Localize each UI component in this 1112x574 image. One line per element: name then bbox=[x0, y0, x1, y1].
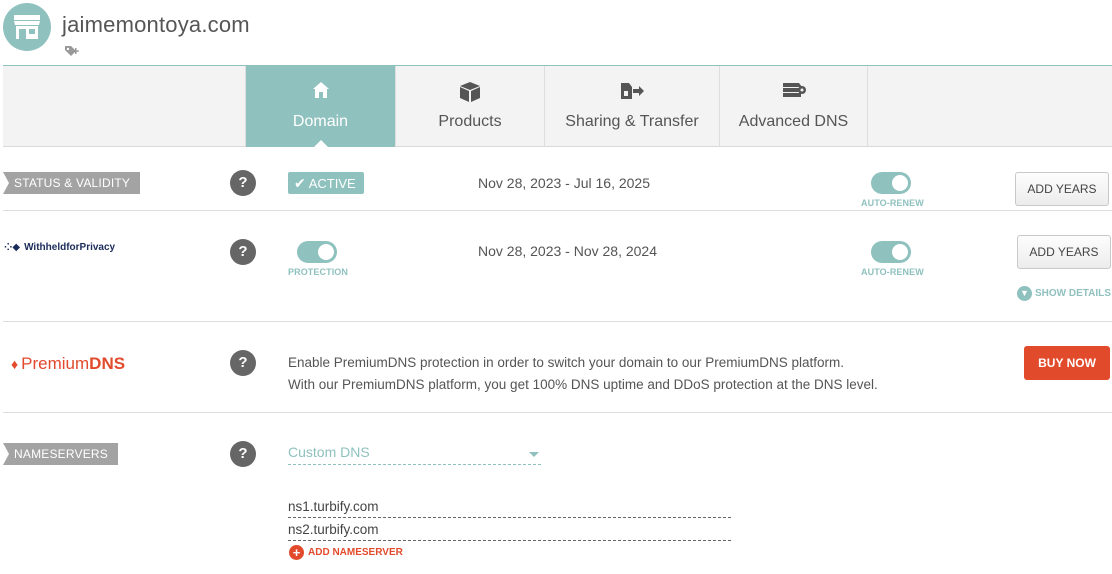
nameserver-input-1[interactable]: ns1.turbify.com bbox=[288, 499, 731, 518]
premiumdns-help-icon[interactable]: ? bbox=[230, 350, 256, 376]
add-years-button[interactable]: ADD YEARS bbox=[1015, 172, 1109, 206]
tab-domain[interactable]: Domain bbox=[245, 66, 395, 148]
privacy-dates: Nov 28, 2023 - Nov 28, 2024 bbox=[478, 243, 658, 259]
row-divider bbox=[3, 412, 1112, 413]
add-nameserver-label: ADD NAMESERVER bbox=[308, 547, 403, 559]
status-badge: ✔ ACTIVE bbox=[288, 172, 364, 194]
chevron-down-icon: ▼ bbox=[1017, 286, 1032, 301]
tab-sharing-transfer[interactable]: Sharing & Transfer bbox=[544, 66, 719, 147]
gem-icon: ♦ bbox=[11, 356, 19, 372]
row-divider bbox=[3, 210, 1112, 211]
store-avatar bbox=[3, 3, 51, 51]
privacy-help-icon[interactable]: ? bbox=[230, 239, 256, 265]
tab-end-divider bbox=[867, 66, 868, 147]
dns-type-value: Custom DNS bbox=[288, 444, 370, 460]
row-divider bbox=[3, 321, 1112, 322]
server-icon bbox=[782, 83, 806, 97]
show-details-link[interactable]: ▼ SHOW DETAILS bbox=[1017, 286, 1111, 302]
domain-header: jaimemontoya.com bbox=[0, 0, 1112, 66]
store-icon bbox=[14, 15, 40, 39]
premiumdns-brand-prefix: Premium bbox=[21, 354, 90, 373]
privacy-brand-text: WithheldforPrivacy bbox=[24, 242, 116, 253]
tab-sharing-transfer-label: Sharing & Transfer bbox=[565, 113, 699, 130]
plus-circle-icon: + bbox=[289, 545, 304, 560]
premiumdns-brand-suffix: DNS bbox=[89, 354, 126, 373]
tab-bar: Domain Products Sharing & Transfer Advan… bbox=[3, 66, 1112, 148]
privacy-add-years-button[interactable]: ADD YEARS bbox=[1017, 235, 1111, 269]
check-icon: ✔ bbox=[294, 175, 306, 191]
status-validity-tag: STATUS & VALIDITY bbox=[3, 172, 141, 194]
protection-toggle[interactable] bbox=[297, 241, 337, 263]
auto-renew-label: AUTO-RENEW bbox=[861, 198, 924, 208]
status-badge-label: ACTIVE bbox=[308, 176, 356, 191]
dns-type-select[interactable]: Custom DNS bbox=[288, 444, 541, 465]
box-icon bbox=[460, 82, 480, 102]
tab-domain-label: Domain bbox=[292, 113, 349, 130]
protection-label: PROTECTION bbox=[288, 267, 349, 277]
privacy-auto-renew-toggle[interactable] bbox=[871, 241, 911, 263]
nameserver-input-2[interactable]: ns2.turbify.com bbox=[288, 522, 731, 541]
nameservers-tag: NAMESERVERS bbox=[3, 443, 119, 465]
premiumdns-description-1: Enable PremiumDNS protection in order to… bbox=[288, 355, 844, 370]
tab-advanced-dns[interactable]: Advanced DNS bbox=[719, 66, 867, 147]
show-details-label: SHOW DETAILS bbox=[1035, 288, 1111, 300]
tab-advanced-dns-label: Advanced DNS bbox=[738, 113, 849, 130]
premiumdns-description-2: With our PremiumDNS platform, you get 10… bbox=[288, 377, 878, 392]
auto-renew-toggle[interactable] bbox=[871, 172, 911, 194]
buy-now-button[interactable]: BUY NOW bbox=[1024, 346, 1110, 380]
privacy-auto-renew-label: AUTO-RENEW bbox=[861, 267, 924, 277]
status-dates: Nov 28, 2023 - Jul 16, 2025 bbox=[478, 175, 651, 191]
withheldforprivacy-logo: ⁘◆ WithheldforPrivacy bbox=[4, 242, 115, 253]
transfer-icon bbox=[621, 83, 644, 99]
status-help-icon[interactable]: ? bbox=[230, 170, 256, 196]
premiumdns-logo: ♦ PremiumDNS bbox=[11, 354, 125, 374]
tab-products-label: Products bbox=[438, 113, 502, 130]
home-icon bbox=[312, 82, 329, 98]
tab-products[interactable]: Products bbox=[395, 66, 544, 147]
privacy-diamond-icon: ⁘◆ bbox=[4, 242, 21, 253]
tag-plus-icon[interactable] bbox=[64, 44, 82, 58]
nameservers-help-icon[interactable]: ? bbox=[230, 441, 256, 467]
caret-down-icon bbox=[529, 452, 539, 457]
add-nameserver-link[interactable]: + ADD NAMESERVER bbox=[289, 545, 403, 560]
domain-title: jaimemontoya.com bbox=[62, 12, 250, 37]
